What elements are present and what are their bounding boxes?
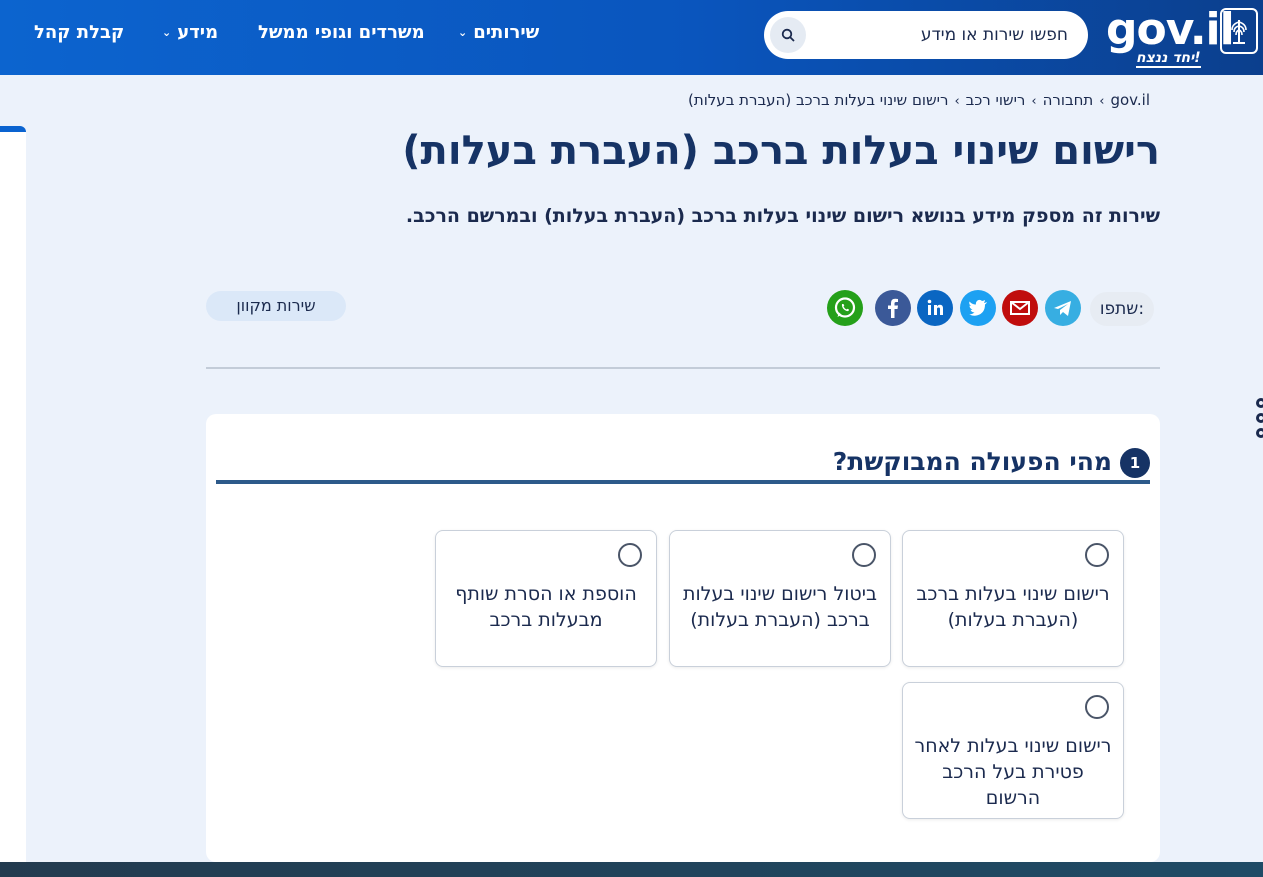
nav-public-reception-label: קבלת קהל: [34, 22, 125, 43]
whatsapp-icon[interactable]: [827, 290, 863, 326]
page-subtitle: שירות זה מספק מידע בנושא רישום שינוי בעל…: [405, 205, 1160, 227]
share-label: שתפו:: [1090, 292, 1154, 326]
site-header: gov.il יחד ננצח! חפשו שירות או מידע שירו…: [0, 0, 1263, 75]
nav-services[interactable]: שירותים ⌄: [458, 22, 539, 43]
breadcrumb-item-transport[interactable]: תחבורה: [1043, 91, 1094, 109]
breadcrumb-separator: ›: [1099, 94, 1105, 109]
email-icon[interactable]: [1002, 290, 1038, 326]
radio-button[interactable]: [1085, 543, 1109, 567]
option-label: רישום שינוי בעלות לאחר פטירת בעל הרכב הר…: [914, 735, 1112, 809]
breadcrumb-separator: ›: [954, 94, 960, 109]
breadcrumb: gov.il › תחבורה › רישוי רכב › רישום שינוי בעלו…: [688, 91, 1150, 109]
option-label: רישום שינוי בעלות ברכב (העברת בעלות): [916, 583, 1110, 631]
option-label: ביטול רישום שינוי בעלות ברכב (העברת בעלו…: [683, 583, 877, 631]
online-service-badge: שירות מקוון: [206, 291, 346, 321]
linkedin-icon[interactable]: [917, 290, 953, 326]
breadcrumb-item-home[interactable]: gov.il: [1110, 91, 1150, 109]
question-underline: [216, 480, 1150, 484]
section-divider: [206, 367, 1160, 369]
search-icon: [781, 28, 795, 42]
search-box[interactable]: חפשו שירות או מידע: [764, 11, 1088, 59]
question-heading: 1 מהי הפעולה המבוקשת?: [833, 447, 1150, 478]
logo-text: gov.il: [1106, 4, 1235, 55]
search-button[interactable]: [770, 17, 806, 53]
accessibility-menu-icon[interactable]: [1256, 398, 1263, 443]
twitter-icon[interactable]: [960, 290, 996, 326]
side-panel-tab[interactable]: [0, 126, 26, 866]
option-label: הוספת או הסרת שותף מבעלות ברכב: [455, 583, 637, 631]
breadcrumb-separator: ›: [1031, 94, 1037, 109]
page-title: רישום שינוי בעלות ברכב (העברת בעלות): [402, 128, 1160, 174]
logo-tagline: יחד ננצח!: [1136, 50, 1201, 68]
telegram-icon[interactable]: [1045, 290, 1081, 326]
nav-services-label: שירותים: [473, 22, 540, 43]
chevron-down-icon: ⌄: [162, 26, 172, 39]
chevron-down-icon: ⌄: [458, 26, 468, 39]
breadcrumb-item-current: רישום שינוי בעלות ברכב (העברת בעלות): [687, 91, 949, 109]
facebook-icon[interactable]: [875, 290, 911, 326]
nav-ministries-label: משרדים וגופי ממשל: [258, 22, 425, 43]
radio-button[interactable]: [618, 543, 642, 567]
option-ownership-transfer[interactable]: רישום שינוי בעלות ברכב (העברת בעלות): [902, 530, 1124, 667]
question-number-badge: 1: [1120, 448, 1150, 478]
gov-il-logo[interactable]: gov.il יחד ננצח!: [1106, 4, 1235, 68]
option-add-remove-partner[interactable]: הוספת או הסרת שותף מבעלות ברכב: [435, 530, 657, 667]
nav-info[interactable]: מידע ⌄: [162, 22, 218, 43]
breadcrumb-item-vehicle-licensing[interactable]: רישוי רכב: [966, 91, 1026, 109]
footer-bar: [0, 862, 1263, 877]
search-input[interactable]: חפשו שירות או מידע: [921, 25, 1068, 45]
option-transfer-after-death[interactable]: רישום שינוי בעלות לאחר פטירת בעל הרכב הר…: [902, 682, 1124, 819]
nav-info-label: מידע: [177, 22, 219, 43]
question-text: מהי הפעולה המבוקשת?: [832, 447, 1112, 476]
radio-button[interactable]: [1085, 695, 1109, 719]
nav-ministries[interactable]: משרדים וגופי ממשל: [258, 22, 425, 43]
nav-public-reception[interactable]: קבלת קהל: [34, 22, 124, 43]
radio-button[interactable]: [852, 543, 876, 567]
option-cancel-ownership-transfer[interactable]: ביטול רישום שינוי בעלות ברכב (העברת בעלו…: [669, 530, 891, 667]
